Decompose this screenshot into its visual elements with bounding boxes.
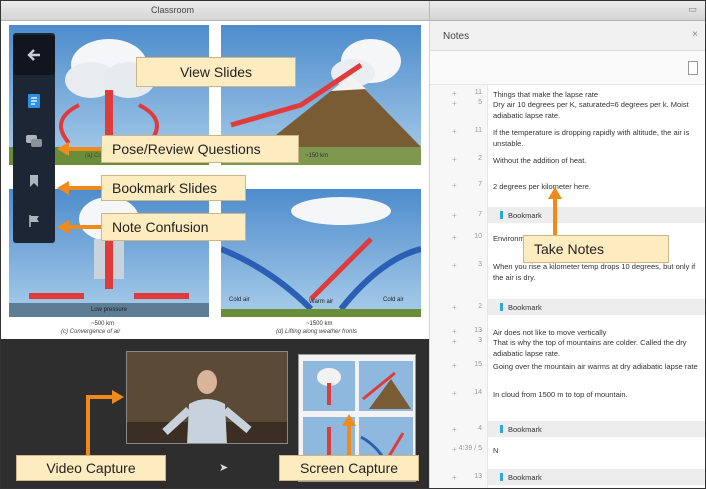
lecturer-video-frame [127, 352, 287, 443]
notes-header: Notes × [430, 21, 705, 51]
label-cold-air-left: Cold air [229, 297, 250, 303]
note-text: N [493, 446, 499, 455]
arrow-take-notes [553, 199, 557, 235]
callout-take-notes: Take Notes [523, 235, 669, 263]
bookmark-row[interactable]: Bookmark [488, 299, 705, 315]
note-timestamp[interactable]: 7 [444, 181, 482, 188]
note-timestamp[interactable]: 3 [444, 337, 482, 344]
callout-view-slides: View Slides [136, 57, 296, 87]
close-icon[interactable]: × [692, 29, 698, 40]
note-text: 2 degrees per kilometer here. [493, 182, 591, 191]
window-control-icon[interactable]: ▭ [688, 4, 697, 15]
note-timestamp[interactable]: 13 [444, 473, 482, 480]
callout-note-confusion: Note Confusion [101, 213, 246, 241]
flag-icon[interactable] [13, 201, 55, 241]
back-arrow-icon[interactable] [13, 35, 55, 75]
bookmark-marker-icon [500, 303, 503, 311]
arrow-pose [67, 147, 101, 151]
bookmark-label: Bookmark [508, 425, 542, 434]
note-timestamp[interactable]: 4:39 / 5 [444, 445, 482, 452]
note-timestamp[interactable]: 15 [444, 361, 482, 368]
note-text: In cloud from 1500 m to top of mountain. [493, 390, 628, 399]
callout-pose-review-questions: Pose/Review Questions [101, 135, 299, 163]
arrowhead-pose [57, 142, 69, 156]
bookmark-toggle-icon[interactable] [688, 61, 698, 75]
label-cold-air-right: Cold air [383, 297, 404, 303]
note-text: When you rise a kilometer temp drops 10 … [493, 262, 696, 282]
bookmark-row[interactable]: Bookmark [488, 469, 705, 485]
title-divider [429, 1, 430, 21]
notes-list[interactable]: +11 Things that make the lapse rate +5 Dry … [430, 85, 705, 488]
arrow-confusion [67, 225, 101, 229]
video-player[interactable] [126, 351, 288, 444]
scale-d: ~1500 km [306, 321, 333, 327]
arrow-bookmark [67, 186, 101, 190]
slides-icon[interactable] [13, 81, 55, 121]
bookmark-marker-icon [500, 211, 503, 219]
note-text: If the temperature is dropping rapidly w… [493, 128, 690, 148]
label-low-pressure: Low pressure [91, 307, 128, 313]
mouse-cursor-icon: ➤ [219, 462, 229, 474]
arrowhead-bookmark [57, 181, 69, 195]
caption-d: (d) Lifting along weather fronts [276, 329, 358, 335]
note-timestamp[interactable]: 3 [444, 261, 482, 268]
note-timestamp[interactable]: 4 [444, 425, 482, 432]
note-text: That is why the top of mountains are col… [493, 338, 687, 358]
bookmark-label: Bookmark [508, 303, 542, 312]
note-text: Without the addition of heat. [493, 156, 587, 165]
title-bar: Classroom ▭ [1, 1, 705, 21]
note-timestamp[interactable]: 2 [444, 155, 482, 162]
arrow-screen [347, 425, 351, 455]
caption-c: (c) Convergence of air [61, 329, 121, 335]
note-timestamp[interactable]: 11 [444, 89, 482, 96]
bookmark-row[interactable]: Bookmark [488, 421, 705, 437]
bookmark-marker-icon [500, 425, 503, 433]
app-window: Classroom ▭ (a) Convection [0, 0, 706, 489]
scale-c: ~500 km [91, 321, 115, 327]
arrow-video-horizontal [86, 395, 114, 399]
note-timestamp[interactable]: 14 [444, 389, 482, 396]
bookmark-row[interactable]: Bookmark [488, 207, 705, 223]
callout-screen-capture: Screen Capture [279, 455, 419, 481]
callout-bookmark-slides: Bookmark Slides [101, 175, 246, 201]
note-timestamp[interactable]: 5 [444, 99, 482, 106]
scale-b: ~150 km [305, 153, 329, 159]
arrowhead-screen [342, 414, 356, 426]
bookmark-marker-icon [500, 473, 503, 481]
bookmark-icon[interactable] [13, 161, 55, 201]
window-title: Classroom [151, 5, 195, 15]
chat-bubbles-icon[interactable] [13, 121, 55, 161]
arrowhead-confusion [57, 220, 69, 234]
note-timestamp[interactable]: 10 [444, 233, 482, 240]
label-warm-air: Warm air [309, 299, 334, 305]
note-timestamp[interactable]: 11 [444, 127, 482, 134]
notes-title: Notes [443, 31, 470, 42]
slide-toolbar [13, 33, 55, 243]
notes-toolbar [430, 51, 705, 85]
note-timestamp[interactable]: 13 [444, 327, 482, 334]
arrow-video-vertical [86, 395, 90, 455]
bookmark-label: Bookmark [508, 473, 542, 482]
note-text: Dry air 10 degrees per K, saturated=6 de… [493, 100, 689, 120]
arrowhead-take-notes [548, 187, 562, 199]
slide-panel-fronts: Cold air Warm air Cold air [221, 189, 421, 317]
bookmark-label: Bookmark [508, 211, 542, 220]
arrowhead-video [112, 390, 124, 404]
note-timestamp[interactable]: 2 [444, 303, 482, 310]
note-text: Going over the mountain air warms at dry… [493, 362, 698, 371]
callout-video-capture: Video Capture [16, 455, 166, 481]
note-timestamp[interactable]: 7 [444, 211, 482, 218]
